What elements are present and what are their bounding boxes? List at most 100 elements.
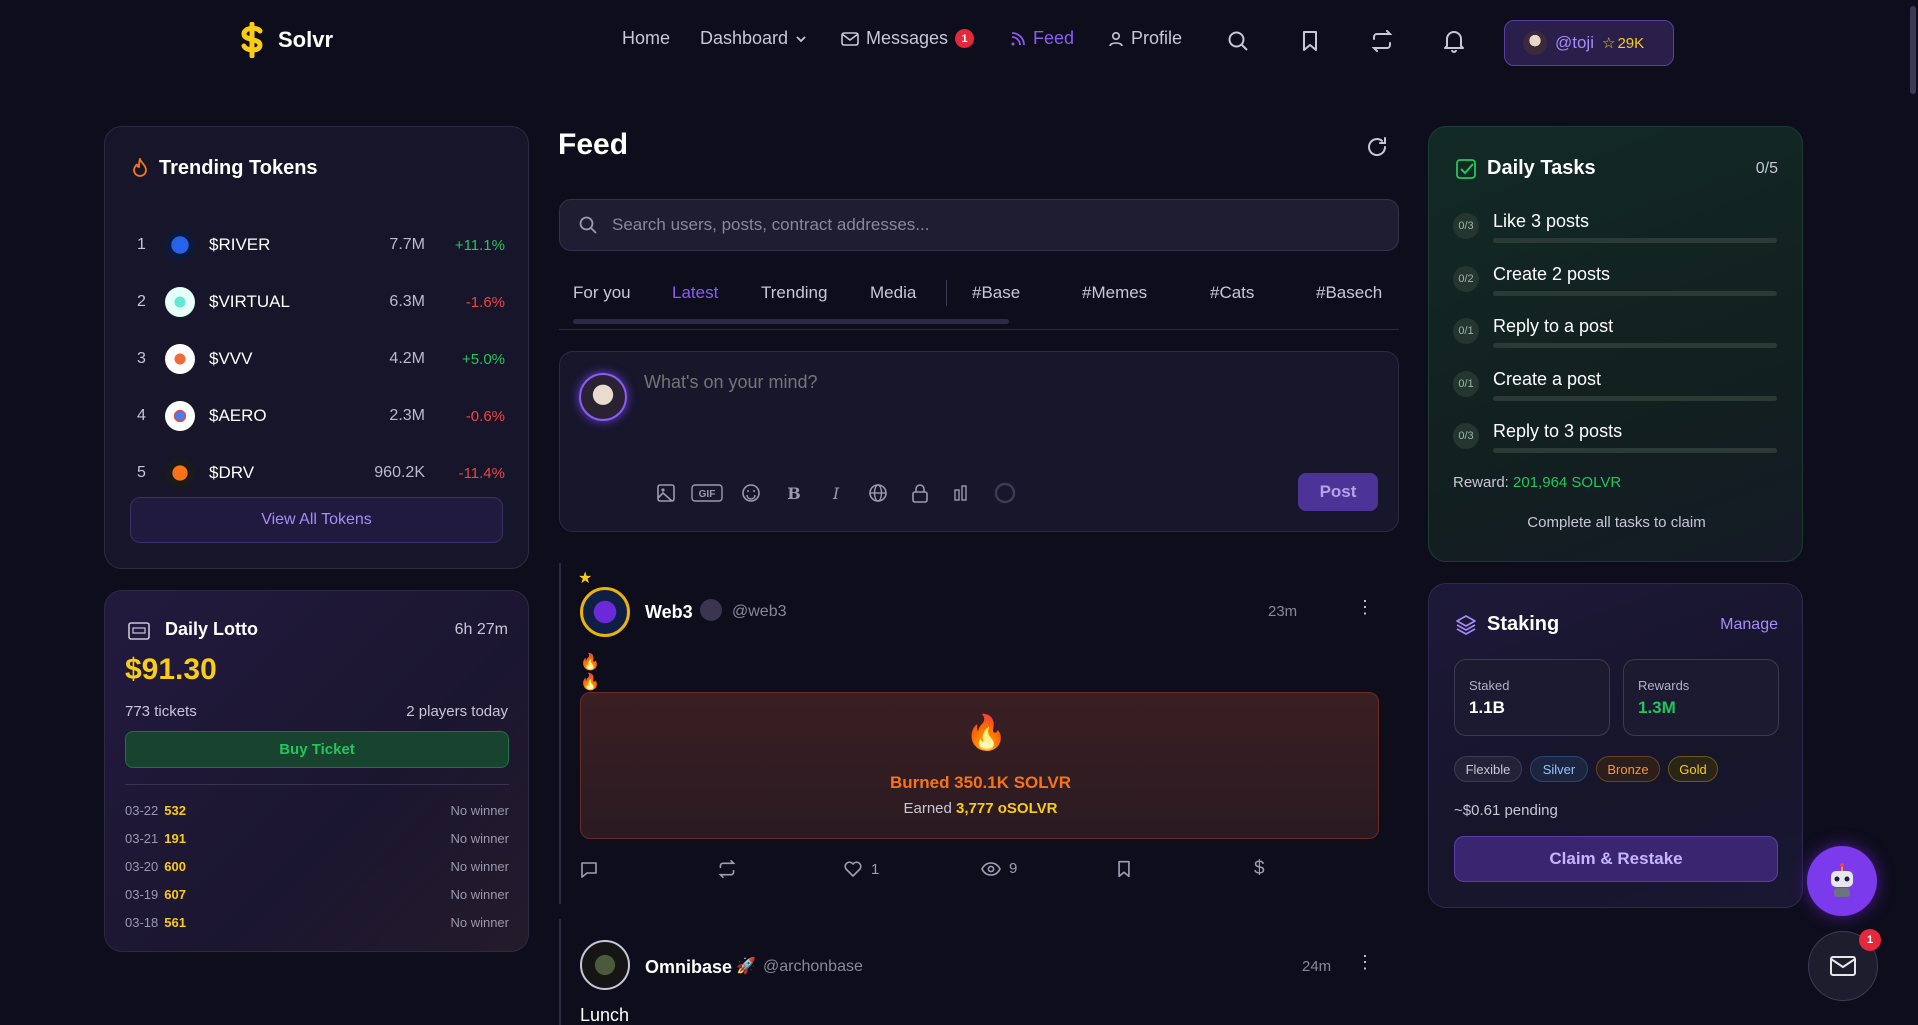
- tier-silver[interactable]: Silver: [1530, 756, 1588, 782]
- view-all-tokens-button[interactable]: View All Tokens: [130, 497, 503, 543]
- draw-result: No winner: [450, 830, 509, 846]
- language-button[interactable]: [867, 482, 889, 504]
- nav-dashboard[interactable]: Dashboard: [700, 28, 807, 49]
- tasks-claim-note: Complete all tasks to claim: [1527, 514, 1706, 531]
- tab-cats[interactable]: #Cats: [1210, 283, 1254, 303]
- tab-media[interactable]: Media: [870, 283, 916, 303]
- post-author-avatar[interactable]: [580, 587, 630, 637]
- daily-tasks-card: Daily Tasks 0/5 0/3 Like 3 posts 0/2 Creat…: [1428, 126, 1803, 562]
- bookmark-icon: [1303, 31, 1317, 51]
- draw-date: 03-20: [125, 858, 159, 874]
- repost-button[interactable]: [1369, 28, 1395, 54]
- bookmarks-button[interactable]: [1297, 28, 1323, 54]
- tier-flexible[interactable]: Flexible: [1454, 756, 1522, 782]
- page-scrollbar[interactable]: [1910, 6, 1916, 94]
- notifications-button[interactable]: [1441, 28, 1467, 54]
- post-author-name[interactable]: Web3: [645, 602, 693, 623]
- lock-icon: [912, 484, 928, 503]
- rewards-value: 1.3M: [1638, 698, 1676, 717]
- draw-number: 561: [164, 914, 186, 930]
- token-row[interactable]: 3 $VVV 4.2M +5.0%: [105, 339, 529, 379]
- tip-button[interactable]: $: [1254, 858, 1265, 880]
- post-author-handle[interactable]: @web3: [732, 603, 787, 621]
- staking-title: Staking: [1487, 613, 1560, 635]
- task-count: 0/1: [1453, 318, 1479, 344]
- lock-button[interactable]: [909, 482, 931, 504]
- burn-earned: Earned 3,777 oSOLVR: [581, 800, 1380, 817]
- tier-gold[interactable]: Gold: [1668, 756, 1718, 782]
- post-author-name[interactable]: Omnibase: [645, 957, 732, 978]
- nav-profile[interactable]: Profile: [1108, 28, 1182, 49]
- task-count: 0/2: [1453, 266, 1479, 292]
- dollar-logo-icon: [241, 22, 263, 58]
- tab-for-you[interactable]: For you: [573, 283, 631, 303]
- post-composer: GIF B I Post: [559, 351, 1399, 532]
- lotto-history-row: 03-20 600 No winner: [125, 852, 509, 880]
- token-symbol: $RIVER: [209, 235, 271, 254]
- token-row[interactable]: 1 $RIVER 7.7M +11.1%: [105, 225, 529, 265]
- tabs-scrollbar[interactable]: [573, 319, 1009, 324]
- bookmark-button[interactable]: [1116, 860, 1132, 878]
- flame-icon: 🔥: [965, 714, 1008, 752]
- tab-base[interactable]: #Base: [972, 283, 1020, 303]
- token-rank: 2: [137, 293, 146, 310]
- task-label: Create a post: [1493, 369, 1602, 389]
- user-menu[interactable]: @toji ☆ 29K: [1504, 20, 1674, 66]
- task-label: Reply to 3 posts: [1493, 421, 1623, 441]
- task-progress-bar: [1493, 291, 1777, 296]
- poll-button[interactable]: [951, 482, 973, 504]
- post-author-handle[interactable]: @archonbase: [763, 958, 863, 976]
- search-input[interactable]: [612, 215, 1352, 235]
- token-logo: [165, 458, 195, 488]
- tab-latest[interactable]: Latest: [672, 283, 718, 303]
- repost-action-button[interactable]: [717, 860, 737, 878]
- composer-input[interactable]: [644, 372, 1364, 452]
- ticket-icon: [128, 622, 150, 640]
- task-item: 0/2 Create 2 posts: [1453, 260, 1777, 310]
- task-item: 0/3 Reply to 3 posts: [1453, 417, 1777, 467]
- like-button[interactable]: 1: [843, 860, 879, 878]
- draw-date: 03-22: [125, 802, 159, 818]
- nav-messages[interactable]: Messages 1: [841, 28, 975, 49]
- bold-icon[interactable]: B: [783, 482, 805, 504]
- search-button[interactable]: [1225, 28, 1251, 54]
- emoji-button[interactable]: [740, 482, 762, 504]
- italic-icon[interactable]: I: [825, 482, 847, 504]
- token-row[interactable]: 2 $VIRTUAL 6.3M -1.6%: [105, 282, 529, 322]
- post-time: 24m: [1302, 958, 1332, 975]
- token-logo: [165, 230, 195, 260]
- claim-restake-button[interactable]: Claim & Restake: [1454, 836, 1778, 882]
- more-options-icon[interactable]: ⋮: [1355, 598, 1375, 620]
- tier-bronze[interactable]: Bronze: [1596, 756, 1660, 782]
- token-row[interactable]: 4 $AERO 2.3M -0.6%: [105, 396, 529, 436]
- task-progress-bar: [1493, 238, 1777, 243]
- dollar-icon: $: [1254, 858, 1265, 879]
- task-item: 0/1 Create a post: [1453, 365, 1777, 415]
- gif-button[interactable]: GIF: [691, 482, 723, 504]
- more-options-icon[interactable]: ⋮: [1355, 953, 1375, 975]
- token-row[interactable]: 5 $DRV 960.2K -11.4%: [105, 453, 529, 493]
- image-button[interactable]: [655, 482, 677, 504]
- burn-card: 🔥 Burned 350.1K SOLVR Earned 3,777 oSOLV…: [580, 692, 1379, 839]
- brand-logo[interactable]: Solvr: [238, 22, 333, 58]
- staking-manage-link[interactable]: Manage: [1720, 616, 1778, 634]
- tab-trending[interactable]: Trending: [761, 283, 827, 303]
- refresh-button[interactable]: [1365, 135, 1391, 161]
- draw-date: 03-19: [125, 886, 159, 902]
- tab-memes[interactable]: #Memes: [1082, 283, 1147, 303]
- reply-button[interactable]: [580, 860, 598, 878]
- buy-ticket-button[interactable]: Buy Ticket: [125, 731, 509, 768]
- task-count: 0/3: [1453, 213, 1479, 239]
- assistant-bot-button[interactable]: [1807, 846, 1877, 916]
- draw-number: 607: [164, 886, 186, 902]
- nav-home[interactable]: Home: [622, 28, 670, 49]
- nav-feed[interactable]: Feed: [1010, 28, 1074, 49]
- feed-search: [559, 199, 1399, 251]
- task-item: 0/1 Reply to a post: [1453, 312, 1777, 362]
- lotto-history-row: 03-18 561 No winner: [125, 908, 509, 936]
- post-author-avatar[interactable]: [580, 940, 630, 990]
- post-button[interactable]: Post: [1298, 473, 1378, 511]
- token-symbol: $VVV: [209, 349, 253, 368]
- staking-pending: ~$0.61 pending: [1454, 802, 1558, 819]
- tab-basech[interactable]: #Basech: [1316, 283, 1389, 303]
